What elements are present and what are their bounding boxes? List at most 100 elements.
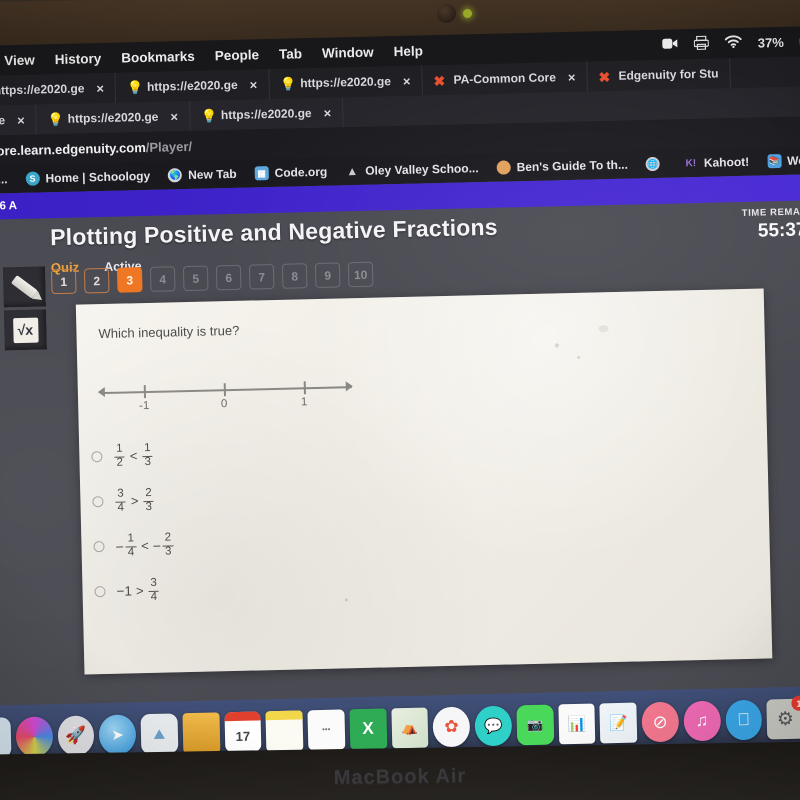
pencil-tool[interactable] [2, 266, 46, 308]
dock-numbers[interactable]: 📊 [557, 703, 596, 745]
fraction: 1 2 [114, 443, 126, 469]
printer-icon[interactable] [693, 35, 709, 52]
dock-photos[interactable]: ✿ [432, 706, 471, 748]
time-remaining-label: TIME REMAININ [741, 206, 800, 219]
question-number-6[interactable]: 6 [215, 264, 242, 291]
tab-label: Edgenuity for Stu [618, 66, 719, 83]
fraction: 1 4 [125, 532, 137, 559]
browser-tab-pa-common-core[interactable]: ✖ PA-Common Core × [422, 61, 588, 96]
bulb-icon: 💡 [47, 111, 65, 127]
bookmark-label: New Tab [188, 166, 237, 182]
close-icon[interactable]: × [170, 109, 178, 124]
bookmark-label: ource... [0, 172, 8, 188]
browser-tab[interactable]: 20.ge × [0, 104, 38, 137]
webcam-lens-icon [437, 4, 456, 23]
menu-tab[interactable]: Tab [279, 46, 302, 62]
screen-recording-icon[interactable] [662, 37, 678, 52]
dock-calendar[interactable]: 17 [223, 711, 262, 753]
radio-button[interactable] [93, 541, 105, 553]
numerator: 3 [150, 576, 157, 589]
dock-safari[interactable]: ➤ [98, 714, 137, 756]
browser-tab[interactable]: 💡 https://e2020.ge × [189, 97, 344, 131]
question-number-3[interactable]: 3 [116, 267, 143, 293]
dock-facetime[interactable]: 📷 [516, 704, 554, 746]
browser-tab[interactable]: 💡 https://e2020.ge × [115, 69, 270, 103]
tab-label: https://e2020.ge [0, 81, 85, 98]
dock-launchpad[interactable]: 🚀 [56, 715, 95, 757]
question-number-7[interactable]: 7 [248, 263, 275, 290]
answer-choice-b[interactable]: 3 4 > 2 3 [88, 472, 419, 525]
dock-siri[interactable] [15, 716, 53, 758]
pencil-icon [10, 275, 38, 299]
menu-history[interactable]: History [55, 50, 102, 66]
bookmark-world-book[interactable]: 📚 World B [767, 153, 800, 169]
close-icon[interactable]: × [96, 80, 104, 95]
menu-view[interactable]: View [4, 52, 35, 68]
bookmark-new-tab[interactable]: 🌎 New Tab [168, 167, 237, 183]
bookmark-bens-guide[interactable]: Ben's Guide To th... [496, 158, 628, 175]
answer-choice-c-expression: − 1 4 < − 2 3 [115, 531, 174, 559]
arrow-left-icon [97, 387, 105, 398]
question-number-9[interactable]: 9 [314, 262, 341, 289]
dock-system-preferences[interactable]: ⚙ 1 [766, 695, 800, 740]
browser-tab[interactable]: 💡 https://e2020.ge × [268, 65, 423, 100]
dock-do-not-disturb[interactable]: ⊘ [641, 701, 680, 743]
question-number-10[interactable]: 10 [347, 261, 374, 288]
dock-messages[interactable]: 💬 [474, 705, 513, 747]
battery-percent-label: 37% [757, 34, 784, 51]
arrow-right-icon [345, 381, 353, 392]
browser-tab[interactable]: 💡 https://e2020.ge × [36, 100, 191, 135]
dock-finder[interactable] [0, 717, 12, 759]
answer-choice-a[interactable]: 1 2 < 1 3 [87, 427, 418, 480]
answer-choice-d[interactable]: −1 > 3 4 [90, 562, 421, 615]
answer-choice-a-expression: 1 2 < 1 3 [113, 442, 154, 469]
radio-button[interactable] [91, 451, 103, 463]
close-icon[interactable]: × [568, 69, 576, 84]
menu-people[interactable]: People [215, 47, 260, 63]
question-number-4[interactable]: 4 [149, 266, 176, 292]
answer-choice-c[interactable]: − 1 4 < − 2 3 [89, 517, 420, 570]
radio-button[interactable] [94, 586, 106, 598]
dock-notes[interactable] [265, 710, 304, 752]
bookmark-schoology[interactable]: S Home | Schoology [25, 169, 150, 186]
bookmark-oley-valley-school[interactable]: ▲ Oley Valley Schoo... [345, 161, 479, 178]
numerator: 2 [164, 531, 172, 544]
dock-reminders[interactable]: ••• [307, 709, 346, 751]
dock-keynote[interactable]: 📝 [599, 702, 638, 744]
browser-tab-edgenuity[interactable]: ✖ Edgenuity for Stu [587, 58, 731, 92]
bookmark-code-org[interactable]: ▦ Code.org [254, 165, 327, 181]
browser-tab[interactable]: 💡 https://e2020.ge × [0, 72, 117, 107]
wifi-icon[interactable] [724, 35, 742, 51]
question-number-5[interactable]: 5 [182, 265, 209, 292]
menu-window[interactable]: Window [322, 44, 374, 60]
bookmark-label: Oley Valley Schoo... [365, 161, 479, 178]
dock-maps[interactable]: ⛺ [390, 707, 429, 749]
dock-photo-frame[interactable]: ⛰ [140, 713, 179, 755]
dock-itunes[interactable]: ♫ [683, 700, 721, 742]
breadcrumb[interactable]: Math 6 A [0, 200, 17, 213]
menu-bookmarks[interactable]: Bookmarks [121, 48, 195, 65]
dock-folder[interactable] [182, 712, 220, 754]
answer-choice-d-expression: −1 > 3 4 [116, 576, 160, 604]
close-icon[interactable]: × [323, 105, 331, 120]
dock-excel[interactable]: X [349, 708, 387, 750]
tab-label: https://e2020.ge [67, 109, 159, 126]
question-number-2[interactable]: 2 [83, 267, 110, 294]
question-number-8[interactable]: 8 [281, 263, 308, 289]
bookmark-source[interactable]: ource... [0, 172, 8, 187]
math-tool[interactable]: √x [3, 309, 47, 351]
close-icon[interactable]: × [403, 73, 411, 88]
fraction: 3 4 [115, 488, 127, 514]
radio-button[interactable] [92, 496, 104, 508]
url-path: /Player/ [145, 138, 193, 155]
menu-help[interactable]: Help [393, 43, 423, 59]
bookmark-globe[interactable]: 🌐 [645, 156, 666, 172]
question-number-1[interactable]: 1 [50, 268, 77, 295]
answer-choice-b-expression: 3 4 > 2 3 [114, 487, 155, 514]
worldbook-icon: 📚 [767, 154, 782, 169]
close-icon[interactable]: × [249, 77, 257, 92]
close-icon[interactable]: × [17, 112, 25, 127]
number-line-tick [223, 383, 226, 397]
bookmark-kahoot[interactable]: K! Kahoot! [684, 155, 749, 171]
dock-app-store[interactable]:  [724, 699, 763, 741]
